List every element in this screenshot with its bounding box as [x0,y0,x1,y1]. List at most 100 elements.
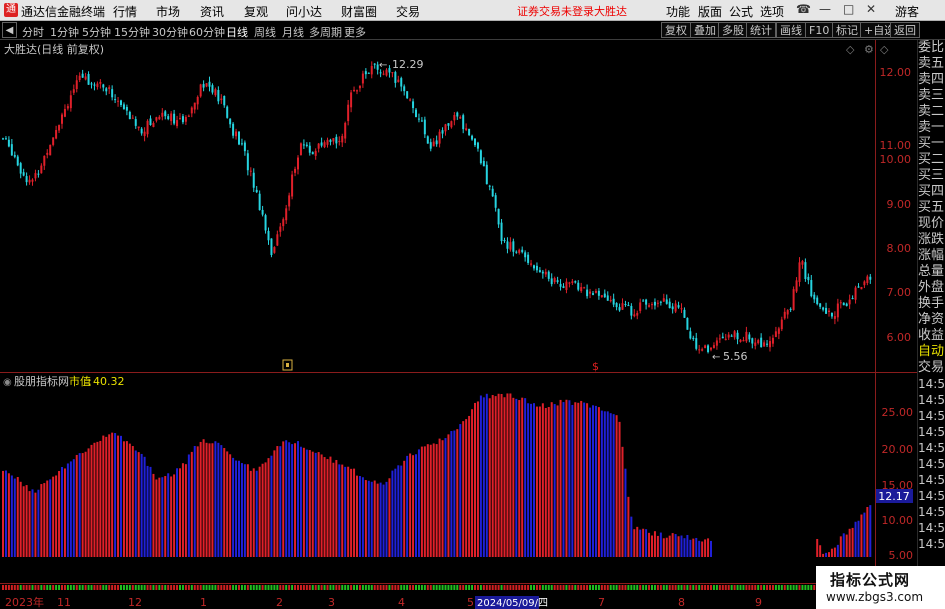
headset-icon[interactable]: ☎ [796,2,811,16]
multi-stock-button[interactable]: 多股 [718,22,748,38]
expand-icon[interactable]: ◇ [880,43,889,56]
period-daily[interactable]: 日线 [226,24,248,40]
time-label: 1 [200,596,207,609]
indicator-bar [55,475,58,557]
menu-trade[interactable]: 交易 [396,3,420,20]
strip-segment [509,585,512,590]
indicator-bar [356,475,358,557]
strip-segment [609,585,612,590]
strip-segment [553,585,556,590]
candle-body [420,120,423,122]
strip-segment [562,585,565,590]
statistics-button[interactable]: 统计 [746,22,776,38]
strip-segment [229,585,232,590]
indicator-bar [61,466,63,557]
menu-formula[interactable]: 公式 [729,3,753,20]
period-5min[interactable]: 5分钟 [82,24,111,40]
strip-segment [503,585,506,590]
indicator-bar [320,454,323,557]
strip-segment [698,585,701,590]
draw-line-button[interactable]: 画线 [776,22,806,38]
strip-segment [677,585,680,590]
candle-body [491,188,494,197]
candle-body [344,122,347,139]
trade-label[interactable]: 交易 [918,360,945,376]
candle-body [500,222,503,242]
candle-body [689,331,692,339]
indicator-bar [364,480,367,557]
maximize-icon[interactable]: □ [843,2,854,16]
time-label-cursor: 2024/05/09/四 [477,598,548,609]
chart-area[interactable]: 大胜达(日线 前复权) ◇ ⚙ ◇ 12.00 11.00 10.00 9.00… [0,40,917,609]
menu-news[interactable]: 资讯 [200,3,224,20]
period-60min[interactable]: 60分钟 [189,24,225,40]
strip-segment [388,585,391,590]
period-weekly[interactable]: 周线 [254,24,276,40]
f10-button[interactable]: F10 [805,22,834,38]
indicator-bar [538,406,541,557]
strip-segment [645,585,648,590]
indicator-bar [187,454,190,557]
candle-body [308,145,311,153]
menu-fuguan[interactable]: 复观 [244,3,268,20]
indicator-bar [25,485,28,557]
period-multi[interactable]: 多周期 [309,24,342,40]
indicator-bar [10,475,13,557]
indicator-bar [426,444,429,557]
indicator-toggle-icon[interactable]: ◉ [3,377,12,388]
menu-function[interactable]: 功能 [666,3,690,20]
strip-segment [718,585,721,590]
settings-icon[interactable]: ⚙ [864,43,874,56]
back-icon[interactable]: ◀ [2,22,17,38]
menu-layout[interactable]: 版面 [698,3,722,20]
period-15min[interactable]: 15分钟 [114,24,150,40]
menu-wenxiaoda[interactable]: 问小达 [286,3,322,20]
period-more[interactable]: 更多 [344,24,366,40]
indicator-bar [701,541,704,557]
candle-body [202,84,205,88]
diamond-icon[interactable]: ◇ [846,43,855,56]
dividend-marker-icon[interactable]: $ [592,360,599,373]
indicator-bar [639,529,642,557]
indicator-bar [240,463,243,557]
period-monthly[interactable]: 月线 [282,24,304,40]
tick-time: 14:56 [918,473,945,487]
period-timeshare[interactable]: 分时 [22,24,44,40]
adjust-button[interactable]: 复权 [661,22,691,38]
candle-body [521,249,524,253]
indicator-bar [816,538,819,557]
indicator-bar [488,398,491,557]
strip-segment [320,585,323,590]
return-button[interactable]: 返回 [890,22,920,38]
strip-segment [415,585,417,590]
tick-time: 14:56 [918,409,945,423]
candle-body [783,311,786,319]
strip-segment [164,585,167,590]
overlay-button[interactable]: 叠加 [690,22,720,38]
menu-market[interactable]: 市场 [156,3,180,20]
candle-body [474,138,476,146]
auto-mode-label[interactable]: 自动 [918,344,945,360]
indicator-bar [592,405,594,557]
candle-body [662,298,665,302]
strip-segment [621,585,624,590]
strip-segment [766,585,769,590]
mark-button[interactable]: 标记 [832,22,862,38]
indicator-bar [412,455,415,557]
close-icon[interactable]: ✕ [866,2,876,16]
menu-caifuquan[interactable]: 财富圈 [341,3,377,20]
candle-body [373,63,376,65]
menu-options[interactable]: 选项 [760,3,784,20]
login-warning[interactable]: 证券交易未登录 [517,3,594,19]
menu-hangqing[interactable]: 行情 [113,3,137,20]
period-1min[interactable]: 1分钟 [50,24,79,40]
strip-segment [441,585,444,590]
indicator-bar [329,456,332,557]
minimize-icon[interactable]: — [819,2,831,16]
candle-body [571,281,574,283]
indicator-bar [58,471,61,557]
guest-user[interactable]: 游客 [895,3,919,20]
indicator-bar [134,450,137,557]
period-30min[interactable]: 30分钟 [152,24,188,40]
strip-segment [46,585,49,590]
